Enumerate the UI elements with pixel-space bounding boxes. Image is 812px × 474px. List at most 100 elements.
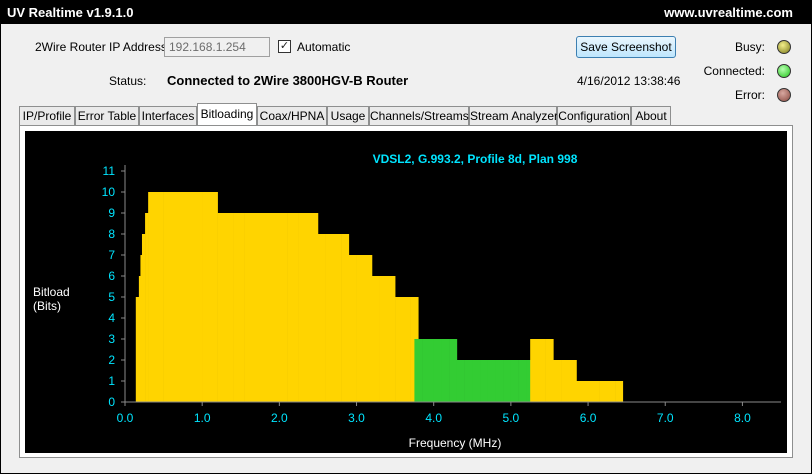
bitload-bar-0-25 [333, 234, 342, 402]
y-tick-label-3: 3 [108, 332, 115, 346]
bitload-bar-2-9 [599, 381, 608, 402]
x-tick-label-8: 8.0 [734, 411, 751, 425]
y-tick-label-10: 10 [102, 185, 116, 199]
y-tick-label-1: 1 [108, 374, 115, 388]
bitload-bar-2-0 [530, 339, 539, 402]
connected-label: Connected: [703, 64, 765, 78]
y-tick-label-5: 5 [108, 290, 115, 304]
automatic-checkbox[interactable]: ✓ [278, 40, 291, 53]
bitload-bar-0-27 [348, 255, 357, 402]
bitload-bar-2-3 [553, 360, 562, 402]
router-ip-label: 2Wire Router IP Address: [35, 40, 171, 54]
bitload-bar-0-17 [252, 213, 265, 402]
bitload-bar-1-11 [503, 360, 512, 402]
bitload-bar-0-7 [163, 192, 172, 402]
save-screenshot-button[interactable]: Save Screenshot [576, 36, 676, 58]
bitload-bar-1-12 [510, 360, 519, 402]
y-tick-label-9: 9 [108, 206, 115, 220]
tab-usage[interactable]: Usage [327, 106, 369, 125]
tab-stream-analyzer[interactable]: Stream Analyzer [469, 106, 558, 125]
bitload-bar-0-5 [148, 192, 157, 402]
bitload-bar-1-6 [464, 360, 473, 402]
bitload-bar-0-19 [275, 213, 288, 402]
x-tick-label-0: 0.0 [117, 411, 134, 425]
bitload-bar-0-30 [371, 276, 380, 402]
bitload-bar-2-11 [615, 381, 624, 402]
bitload-bar-2-2 [545, 339, 554, 402]
bitload-bar-0-32 [387, 276, 396, 402]
bitload-bar-0-0 [135, 297, 140, 402]
bitload-bar-0-21 [298, 213, 311, 402]
bitload-bar-2-1 [537, 339, 546, 402]
tab-bitloading[interactable]: Bitloading [197, 103, 257, 126]
y-tick-label-2: 2 [108, 353, 115, 367]
bitload-bar-0-24 [325, 234, 334, 402]
bitload-bar-2-10 [607, 381, 616, 402]
bitload-bar-0-29 [364, 255, 373, 402]
bitload-bar-0-8 [171, 192, 184, 402]
y-tick-label-4: 4 [108, 311, 115, 325]
bitload-bar-1-0 [414, 339, 423, 402]
router-ip-input[interactable] [164, 37, 270, 57]
chart-title: VDSL2, G.993.2, Profile 8d, Plan 998 [373, 152, 578, 166]
bitload-bar-1-8 [480, 360, 489, 402]
x-tick-label-5: 5.0 [503, 411, 520, 425]
bitload-bar-2-4 [561, 360, 570, 402]
error-indicator-icon [777, 88, 791, 102]
bitloading-panel: 0.0 1.0 2.0 3.0 4.0 5.0 6.0 7.0 8.0 0 1 2 3 4 5 6 7 8 9 10 1… [19, 125, 793, 458]
bitload-bar-1-1 [422, 339, 435, 402]
x-tick-label-7: 7.0 [657, 411, 674, 425]
bitload-bar-1-3 [441, 339, 450, 402]
bitload-bar-0-11 [202, 192, 211, 402]
bitload-bar-0-4 [145, 213, 149, 402]
x-tick-label-2: 2.0 [271, 411, 288, 425]
connected-indicator-icon [777, 64, 791, 78]
tab-interfaces[interactable]: Interfaces [139, 106, 197, 125]
bitload-bar-0-12 [209, 192, 218, 402]
busy-label: Busy: [734, 40, 765, 54]
tab-error-table[interactable]: Error Table [75, 106, 139, 125]
y-tick-label-0: 0 [108, 395, 115, 409]
bitload-bar-0-9 [182, 192, 195, 402]
timestamp: 4/16/2012 13:38:46 [577, 74, 681, 88]
bitload-bar-0-26 [341, 234, 350, 402]
tab-coax-hpna[interactable]: Coax/HPNA [257, 106, 327, 125]
bitload-bar-0-23 [317, 234, 326, 402]
bitload-bar-0-10 [194, 192, 203, 402]
bitload-bar-1-13 [518, 360, 527, 402]
y-tick-label-7: 7 [108, 248, 115, 262]
busy-indicator-icon [777, 40, 791, 54]
x-axis-label: Frequency (MHz) [409, 436, 502, 450]
app-window: UV Realtime v1.9.1.0 www.uvrealtime.com … [0, 0, 812, 474]
title-bar[interactable]: UV Realtime v1.9.1.0 www.uvrealtime.com [1, 1, 811, 24]
tab-configuration[interactable]: Configuration [557, 106, 631, 125]
bitload-bar-0-13 [217, 213, 226, 402]
y-tick-label-11: 11 [103, 164, 116, 178]
tab-about[interactable]: About [631, 106, 671, 125]
bitloading-chart: 0.0 1.0 2.0 3.0 4.0 5.0 6.0 7.0 8.0 0 1 2 3 4 5 6 7 8 9 10 1… [25, 131, 787, 453]
bitload-bar-0-31 [379, 276, 388, 402]
tab-ip-profile[interactable]: IP/Profile [19, 106, 75, 125]
bitload-bar-1-5 [456, 360, 465, 402]
x-tick-label-3: 3.0 [348, 411, 365, 425]
app-title: UV Realtime v1.9.1.0 [7, 5, 134, 20]
status-value: Connected to 2Wire 3800HGV-B Router [167, 73, 409, 88]
bitload-bar-0-15 [233, 213, 245, 402]
bitload-bar-0-22 [310, 213, 319, 402]
bitload-bar-2-7 [584, 381, 593, 402]
x-tick-label-6: 6.0 [580, 411, 597, 425]
x-tick-label-1: 1.0 [194, 411, 211, 425]
bitload-bar-0-28 [356, 255, 365, 402]
bitload-bar-0-16 [244, 213, 253, 402]
bitload-bar-0-6 [155, 192, 164, 402]
y-tick-label-6: 6 [108, 269, 115, 283]
bitload-bar-0-33 [395, 297, 404, 402]
bitload-bar-1-7 [472, 360, 481, 402]
bitload-bar-0-3 [141, 234, 146, 402]
tab-channels-streams[interactable]: Channels/Streams [369, 106, 469, 125]
bitload-bar-0-14 [225, 213, 234, 402]
app-url[interactable]: www.uvrealtime.com [664, 5, 793, 20]
y-axis-label: Bitload (Bits) [33, 285, 70, 313]
automatic-label: Automatic [297, 40, 351, 54]
bitload-bar-1-9 [487, 360, 496, 402]
